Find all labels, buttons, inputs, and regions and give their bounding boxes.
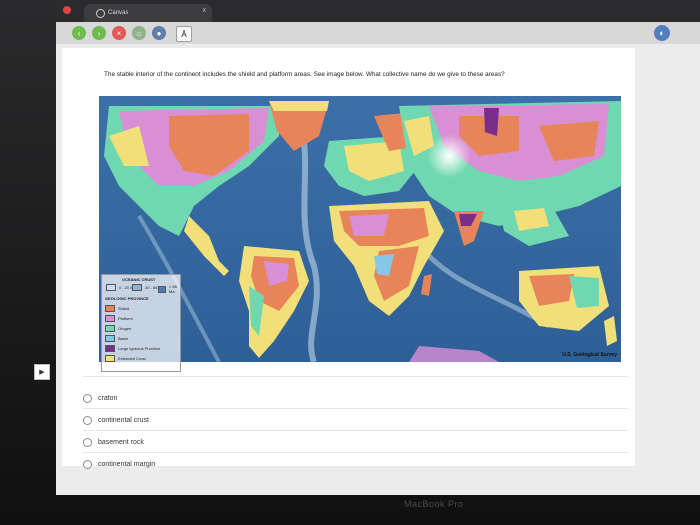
divider bbox=[83, 376, 628, 377]
stop-button[interactable]: × bbox=[112, 26, 126, 40]
legend-label: Extended Crust bbox=[118, 356, 146, 361]
canvas-tab-icon bbox=[96, 8, 105, 18]
legend-swatch bbox=[132, 284, 142, 291]
radio-button[interactable] bbox=[83, 416, 92, 425]
legend-extended-crust: Extended Crust bbox=[105, 355, 146, 362]
map-credit: U.S. Geological Survey bbox=[562, 352, 617, 358]
legend-platform: Platform bbox=[105, 315, 133, 322]
answer-label: continental crust bbox=[98, 417, 149, 424]
legend-label: Shield bbox=[118, 306, 130, 311]
globe-icon[interactable]: ◐ bbox=[654, 25, 670, 41]
legend-swatch bbox=[158, 285, 167, 293]
answer-option-continental-margin[interactable]: continental margin bbox=[83, 460, 155, 469]
answer-label: basement rock bbox=[98, 439, 144, 446]
radio-button[interactable] bbox=[83, 460, 92, 469]
answer-label: craton bbox=[98, 395, 118, 402]
answer-option-basement-rock[interactable]: basement rock bbox=[83, 438, 144, 447]
legend-swatch bbox=[105, 315, 115, 322]
geologic-provinces-map: OCEANIC CRUST 0 - 20 Ma 20 - 65 Ma > 65 … bbox=[99, 96, 621, 372]
question-text: The stable interior of the continent inc… bbox=[104, 71, 505, 78]
browser-tab[interactable]: Canvas x bbox=[84, 4, 212, 22]
tab-close-icon[interactable]: x bbox=[203, 7, 207, 14]
device-brand: MacBook Pro bbox=[404, 499, 464, 509]
home-button[interactable]: ⌂ bbox=[132, 26, 146, 40]
legend-label: Platform bbox=[118, 316, 133, 321]
divider bbox=[83, 452, 628, 453]
divider bbox=[83, 408, 628, 409]
tab-bar: Canvas x bbox=[56, 0, 700, 22]
legend-province-title: GEOLOGIC PROVINCE bbox=[105, 296, 149, 301]
back-button[interactable]: ‹ bbox=[72, 26, 86, 40]
legend-orogen: Orogen bbox=[105, 325, 131, 332]
legend-swatch bbox=[105, 325, 115, 332]
legend-swatch bbox=[105, 305, 115, 312]
quiz-card: The stable interior of the continent inc… bbox=[62, 48, 635, 469]
legend-large-igneous-province: Large Igneous Province bbox=[105, 345, 160, 352]
browser-toolbar: ‹ › × ⌂ ● Ā ◐ bbox=[56, 22, 700, 45]
tab-title: Canvas bbox=[108, 10, 129, 16]
legend-label: Large Igneous Province bbox=[118, 346, 161, 351]
legend-basin: Basin bbox=[105, 335, 128, 342]
legend-shield: Shield bbox=[105, 305, 129, 312]
legend-label: Basin bbox=[118, 336, 129, 341]
map-legend: OCEANIC CRUST 0 - 20 Ma 20 - 65 Ma > 65 … bbox=[101, 274, 181, 372]
legend-oceanic-title: OCEANIC CRUST bbox=[122, 277, 156, 282]
legend-age-label: > 65 Ma bbox=[169, 284, 177, 294]
screen: Canvas x ‹ › × ⌂ ● Ā ◐ The stable interi… bbox=[56, 0, 700, 495]
legend-swatch bbox=[105, 345, 115, 352]
radio-button[interactable] bbox=[83, 438, 92, 447]
legend-age-gt-65: > 65 Ma bbox=[158, 284, 180, 294]
divider bbox=[83, 430, 628, 431]
answer-label: continental margin bbox=[98, 461, 156, 468]
font-size-button[interactable]: Ā bbox=[176, 26, 192, 42]
play-arrow-icon[interactable]: ▶ bbox=[34, 364, 50, 380]
legend-label: Orogen bbox=[118, 326, 132, 331]
close-window-button[interactable] bbox=[63, 6, 71, 14]
page-content: The stable interior of the continent inc… bbox=[56, 44, 700, 495]
legend-swatch bbox=[106, 284, 116, 291]
radio-button[interactable] bbox=[83, 394, 92, 403]
legend-swatch bbox=[105, 335, 115, 342]
legend-swatch bbox=[105, 355, 115, 362]
forward-button[interactable]: › bbox=[92, 26, 106, 40]
answer-option-continental-crust[interactable]: continental crust bbox=[83, 416, 149, 425]
user-icon[interactable]: ● bbox=[152, 26, 166, 40]
answer-option-craton[interactable]: craton bbox=[83, 394, 117, 403]
